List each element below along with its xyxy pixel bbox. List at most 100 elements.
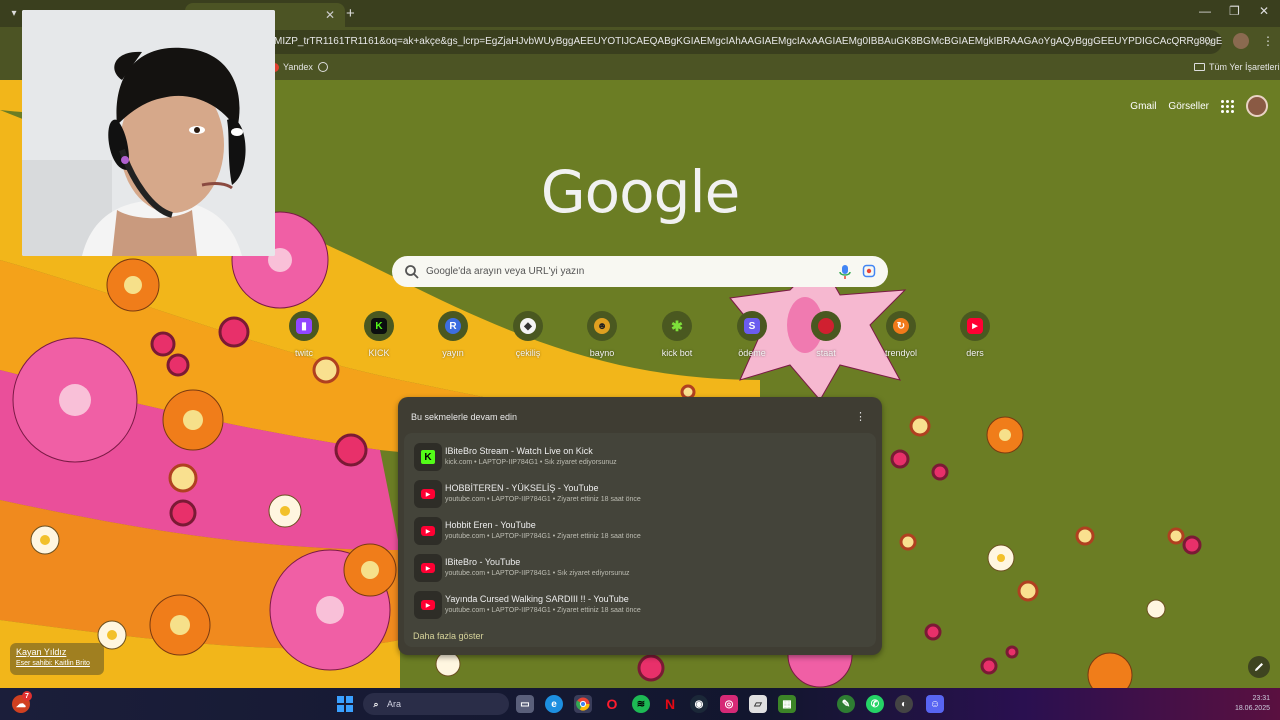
wallpaper-title-link[interactable]: Kayan Yıldız — [16, 647, 98, 657]
shortcut-ders[interactable]: ▶ ders — [940, 311, 1010, 358]
shortcut-staat[interactable]: staat — [791, 311, 861, 358]
list-item-title: Hobbit Eren - YouTube — [445, 520, 536, 530]
gmail-link[interactable]: Gmail — [1130, 101, 1156, 112]
list-item-subtitle: youtube.com • LAPTOP-IIP784G1 • Sık ziya… — [445, 570, 630, 577]
bookmark-yandex[interactable]: Yandex — [270, 62, 313, 72]
bookmark-star-icon[interactable]: ☆ — [1203, 30, 1214, 54]
youtube-icon: ▶ — [414, 517, 442, 545]
panel-title: Bu sekmelerle devam edin — [411, 412, 518, 422]
twitch-icon: ▮ — [296, 318, 312, 334]
list-item-subtitle: kick.com • LAPTOP-IIP784G1 • Sık ziyaret… — [445, 459, 617, 466]
shortcut-twitc[interactable]: ▮ twitc — [269, 311, 339, 358]
chrome-icon[interactable] — [574, 695, 592, 713]
app-icon[interactable]: ✎ — [837, 695, 855, 713]
trendyol-icon: ↻ — [893, 318, 909, 334]
google-apps-icon[interactable] — [1221, 99, 1234, 113]
tab-search-button[interactable]: ▾ — [4, 4, 24, 24]
r-icon: R — [445, 318, 461, 334]
bayno-icon: ☻ — [594, 318, 610, 334]
windows-start-icon[interactable] — [336, 695, 354, 713]
discord-icon[interactable]: ☺ — [926, 695, 944, 713]
shortcut-label: twitc — [295, 348, 313, 358]
artist-link[interactable]: Eser sahibi: Kaitlin Brito — [16, 660, 98, 667]
close-tab-icon[interactable]: ✕ — [325, 8, 335, 22]
google-logo: Google — [540, 158, 741, 226]
kick-icon: K — [371, 318, 387, 334]
netflix-icon[interactable]: N — [661, 695, 679, 713]
minecraft-icon[interactable]: ▦ — [778, 695, 796, 713]
shortcut-trendyol[interactable]: ↻ trendyol — [866, 311, 936, 358]
whatsapp-icon[interactable]: ✆ — [866, 695, 884, 713]
shortcut-yayin[interactable]: R yayın — [418, 311, 488, 358]
shortcut-kick-bot[interactable]: ✱ kick bot — [642, 311, 712, 358]
globe-icon — [318, 62, 328, 72]
staat-icon — [818, 318, 834, 334]
opera-icon[interactable]: O — [603, 695, 621, 713]
google-lens-icon[interactable] — [862, 264, 876, 278]
list-item[interactable]: ▶ Yayında Cursed Walking SARDIII !! - Yo… — [404, 585, 876, 621]
youtube-icon: ▶ — [967, 318, 983, 334]
bookmark-globe[interactable] — [318, 62, 328, 72]
task-view-icon[interactable]: ▭ — [516, 695, 534, 713]
list-item-title: HOBBİTEREN - YÜKSELİŞ - YouTube — [445, 483, 599, 493]
shortcut-label: staat — [816, 348, 836, 358]
edge-icon[interactable]: e — [545, 695, 563, 713]
search-placeholder: Google'da arayın veya URL'yi yazın — [426, 266, 585, 277]
list-item[interactable]: ▶ HOBBİTEREN - YÜKSELİŞ - YouTube youtub… — [404, 474, 876, 510]
profile-avatar-button[interactable] — [1233, 33, 1249, 49]
shortcut-label: kick bot — [661, 348, 693, 358]
pencil-icon — [1255, 663, 1263, 671]
kickbot-icon: ✱ — [671, 317, 683, 334]
all-bookmarks-button[interactable]: Tüm Yer İşaretleri — [1194, 62, 1280, 72]
list-item[interactable]: ▶ Hobbit Eren - YouTube youtube.com • LA… — [404, 511, 876, 547]
continue-tabs-panel: Bu sekmelerle devam edin ⋮ K IBiteBro St… — [398, 397, 882, 655]
restore-button[interactable]: ❐ — [1229, 4, 1240, 18]
notes-icon[interactable]: ▱ — [749, 695, 767, 713]
steam-icon[interactable]: ◉ — [690, 695, 708, 713]
customize-button[interactable] — [1248, 656, 1270, 678]
app-icon-2[interactable]: ◐ — [895, 695, 913, 713]
shortcut-cekilis[interactable]: ◆ çekiliş — [493, 311, 563, 358]
shortcut-label: ders — [966, 348, 984, 358]
wallpaper-attribution: Kayan Yıldız Eser sahibi: Kaitlin Brito — [10, 643, 104, 675]
shortcut-label: yayın — [442, 348, 464, 358]
address-bar[interactable]: MIZP_trTR1161TR1161&oq=ak+akçe&gs_lcrp=E… — [262, 30, 1222, 54]
search-box[interactable]: Google'da arayın veya URL'yi yazın — [392, 256, 888, 287]
new-tab-button[interactable]: + — [346, 5, 355, 22]
shortcut-bayno[interactable]: ☻ bayno — [567, 311, 637, 358]
bookmark-yandex-label: Yandex — [283, 62, 313, 72]
taskbar-search[interactable]: Ara — [363, 693, 509, 715]
panel-menu-icon[interactable]: ⋮ — [855, 410, 866, 423]
show-more-link[interactable]: Daha fazla göster — [413, 631, 484, 641]
list-item[interactable]: ▶ IBiteBro - YouTube youtube.com • LAPTO… — [404, 548, 876, 584]
search-icon: ⌕ — [373, 698, 379, 709]
cekilis-icon: ◆ — [520, 318, 536, 334]
shortcut-odeme[interactable]: S ödeme — [717, 311, 787, 358]
clock-date: 18.06.2025 — [1234, 705, 1270, 712]
shortcut-label: ödeme — [738, 348, 766, 358]
shortcut-label: çekiliş — [515, 348, 541, 358]
kick-icon: K — [414, 443, 442, 471]
instagram-icon[interactable]: ◎ — [720, 695, 738, 713]
list-item-title: IBiteBro - YouTube — [445, 557, 521, 567]
images-link[interactable]: Görseller — [1168, 101, 1209, 112]
list-item-title: IBiteBro Stream - Watch Live on Kick — [445, 446, 593, 456]
youtube-icon: ▶ — [414, 591, 442, 619]
google-account-avatar[interactable] — [1246, 95, 1268, 117]
voice-search-icon[interactable] — [838, 264, 852, 280]
youtube-icon: ▶ — [414, 480, 442, 508]
search-icon — [405, 264, 419, 279]
system-clock[interactable]: 23:31 18.06.2025 — [1224, 694, 1270, 714]
shortcut-label: trendyol — [884, 348, 918, 358]
s-icon: S — [744, 318, 760, 334]
list-item[interactable]: K IBiteBro Stream - Watch Live on Kick k… — [404, 437, 876, 473]
close-window-button[interactable]: ✕ — [1259, 4, 1269, 18]
taskbar-search-label: Ara — [387, 699, 402, 709]
minimize-button[interactable]: — — [1199, 4, 1211, 18]
shortcut-kick[interactable]: K KICK — [344, 311, 414, 358]
shortcut-label: bayno — [589, 348, 615, 358]
taskbar: ☁ 7 Ara ⌕ ▭ e O ≋ N ◉ ◎ ▱ ▦ ✎ ✆ ◐ ☺ 23:3… — [0, 688, 1280, 720]
spotify-icon[interactable]: ≋ — [632, 695, 650, 713]
browser-menu-icon[interactable]: ⋮ — [1262, 34, 1274, 48]
notification-badge: 7 — [22, 691, 32, 701]
